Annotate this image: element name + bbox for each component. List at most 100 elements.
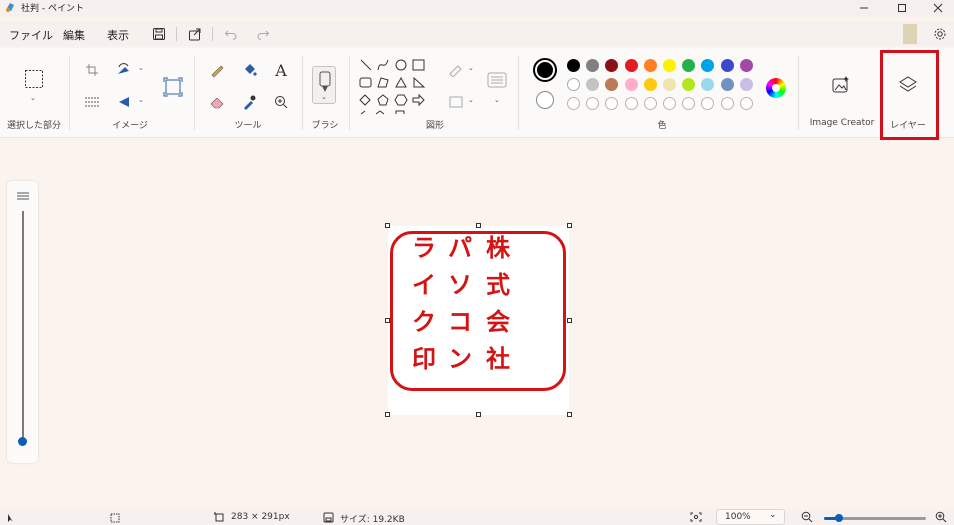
brush-size-slider[interactable] [22,211,24,439]
settings-button[interactable] [931,25,949,43]
custom-color-slot[interactable] [586,97,600,110]
canvas-resize-handle[interactable] [476,412,481,417]
palette-color-swatch[interactable] [643,59,657,72]
crop-icon [86,64,98,76]
canvas-resize-handle[interactable] [385,223,390,228]
outline-button[interactable] [446,60,466,80]
chevron-down-icon[interactable]: ⌄ [468,64,474,72]
canvas-resize-handle[interactable] [476,223,481,228]
custom-color-slot[interactable] [567,97,580,110]
drawing-canvas[interactable]: ライク印 パソコン 株式会社 [388,226,569,415]
palette-color-swatch[interactable] [586,59,600,72]
custom-color-slot[interactable] [739,97,753,110]
maximize-button[interactable] [884,0,920,16]
palette-color-swatch[interactable] [567,78,580,91]
palette-color-swatch[interactable] [739,59,753,72]
resize-button[interactable] [82,92,102,112]
redo-button[interactable] [254,25,272,43]
canvas-resize-handle[interactable] [385,412,390,417]
polygon-shape-icon [377,77,389,88]
minimize-button[interactable] [846,0,882,16]
color-picker-button[interactable] [239,92,259,112]
menu-view[interactable]: 表示 [107,27,129,43]
primary-color[interactable] [533,58,557,82]
chevron-down-icon[interactable]: ⌄ [138,64,144,72]
palette-color-swatch[interactable] [605,59,619,72]
rectangle-select-icon [25,70,43,88]
pentagon-shape-icon [377,94,389,106]
palette-color-swatch[interactable] [720,78,734,91]
magnifier-button[interactable] [271,92,291,112]
pencil-button[interactable] [207,60,227,80]
text-button[interactable]: A [271,60,291,80]
palette-color-swatch[interactable] [701,78,715,91]
zoom-dropdown[interactable]: 100% ⌄ [716,509,785,525]
zoom-slider[interactable] [824,514,926,522]
palette-color-swatch[interactable] [643,78,657,91]
custom-color-slot[interactable] [605,97,619,110]
palette-color-swatch[interactable] [720,59,734,72]
canvas-resize-handle[interactable] [385,318,390,323]
flip-button[interactable] [114,92,134,112]
select-button[interactable] [23,68,45,90]
close-button[interactable] [920,0,954,16]
palette-color-swatch[interactable] [567,59,580,72]
zoom-slider-thumb[interactable] [835,514,844,522]
rotate-icon [118,63,129,74]
palette-color-swatch[interactable] [682,78,696,91]
file-size: サイズ: 19.2KB [340,515,405,525]
rotate-button[interactable] [114,60,134,80]
image-select-button[interactable] [162,76,184,98]
zoom-in-icon[interactable] [935,511,947,523]
fit-to-window-icon[interactable] [690,512,702,522]
palette-color-swatch[interactable] [605,78,619,91]
title-bar: 社判 - ペイント [0,0,954,16]
palette-color-swatch[interactable] [682,59,696,72]
palette-color-swatch[interactable] [624,78,638,91]
image-creator-button[interactable] [830,74,852,96]
custom-color-slot[interactable] [682,97,696,110]
palette-color-swatch[interactable] [663,59,676,72]
stroke-size-icon [487,72,507,88]
share-button[interactable] [186,25,204,43]
shapes-grid [359,59,426,115]
canvas-resize-handle[interactable] [567,223,572,228]
custom-color-slot[interactable] [720,97,734,110]
stroke-size-button[interactable] [487,70,507,90]
palette-color-swatch[interactable] [663,78,676,91]
chevron-down-icon[interactable]: ⌄ [321,93,327,101]
crop-button[interactable] [82,60,102,80]
custom-color-slot[interactable] [643,97,657,110]
zoom-out-icon[interactable] [801,511,813,523]
canvas-resize-handle[interactable] [567,412,572,417]
palette-color-swatch[interactable] [624,59,638,72]
secondary-color[interactable] [536,91,554,109]
save-button[interactable] [150,25,168,43]
paint-app-icon [6,3,14,12]
edit-colors-button[interactable] [766,78,786,98]
chevron-down-icon[interactable]: ⌄ [138,96,144,104]
custom-color-slot[interactable] [701,97,715,110]
chevron-down-icon[interactable]: ⌄ [30,94,36,102]
menu-edit[interactable]: 編集 [63,27,85,43]
shape-fill-button[interactable] [446,92,466,112]
group-label-image-creator[interactable]: Image Creator [808,118,876,128]
arrow-right-shape-icon [412,93,425,107]
custom-color-slot[interactable] [663,97,676,110]
canvas-resize-handle[interactable] [567,318,572,323]
menu-file[interactable]: ファイル [9,27,53,43]
palette-color-swatch[interactable] [586,78,600,91]
eyedropper-icon [244,95,256,110]
undo-button[interactable] [222,25,240,43]
chevron-down-icon[interactable]: ⌄ [468,96,474,104]
eraser-button[interactable] [207,92,227,112]
stamp-character: 会 [486,307,510,336]
fill-button[interactable] [239,60,259,80]
custom-color-slot[interactable] [624,97,638,110]
palette-color-swatch[interactable] [739,78,753,91]
rectangle-shape-icon [412,59,425,71]
palette-color-swatch[interactable] [701,59,715,72]
brush-button[interactable]: ⌄ [312,66,336,104]
chevron-down-icon[interactable]: ⌄ [494,96,500,104]
brush-size-slider-thumb[interactable] [18,437,27,446]
